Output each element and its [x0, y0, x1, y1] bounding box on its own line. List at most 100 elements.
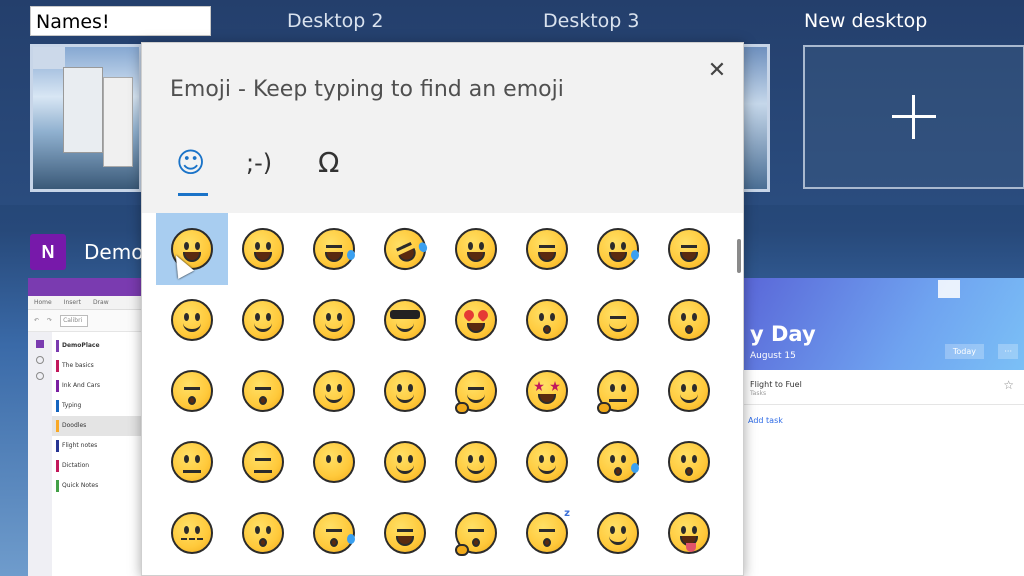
- scrollbar-thumb[interactable]: [737, 239, 741, 273]
- emoji-eye-roll[interactable]: [369, 426, 441, 498]
- blush-icon: [242, 299, 284, 341]
- emoji-kissing-closed[interactable]: [227, 355, 299, 427]
- tongue-icon: [668, 512, 710, 554]
- today-button: Today: [944, 344, 984, 359]
- todo-date: August 15: [750, 351, 796, 361]
- yawning-icon: [455, 512, 497, 556]
- emoji-relaxed[interactable]: [298, 355, 370, 427]
- active-tab-indicator: [178, 193, 208, 196]
- emoji-sleeping[interactable]: z: [511, 497, 583, 569]
- onenote-window-thumbnail[interactable]: Home Insert Draw ↶ ↷ Calibri DemoPlace T…: [28, 278, 144, 576]
- emoji-neutral[interactable]: [156, 426, 228, 498]
- desktop-3-label[interactable]: Desktop 3: [543, 6, 639, 36]
- divider: [744, 404, 1024, 405]
- wink-icon: [171, 299, 213, 341]
- desktop-1-name-input[interactable]: Names!: [30, 6, 211, 36]
- eye-roll-icon: [384, 441, 426, 483]
- sweat-smile-icon: [597, 228, 639, 270]
- desktop-1-thumbnail[interactable]: [30, 44, 142, 192]
- task-subtitle: Tasks: [750, 390, 767, 397]
- todo-header: y Day August 15 Today ···: [744, 278, 1024, 370]
- emoji-sunglasses[interactable]: [369, 284, 441, 356]
- section-item: Typing: [52, 396, 144, 416]
- expressionless-icon: [242, 441, 284, 483]
- grin-teeth-icon: [242, 228, 284, 270]
- kissing-icon: [668, 299, 710, 341]
- tab-symbols[interactable]: Ω: [318, 143, 339, 183]
- emoji-kissing-heart[interactable]: [511, 284, 583, 356]
- emoji-hugging[interactable]: [440, 355, 512, 427]
- emoji-tired[interactable]: [369, 497, 441, 569]
- close-icon: [998, 280, 1020, 298]
- emoji-smiley[interactable]: [440, 213, 512, 285]
- notebook-name: DemoPlace: [52, 336, 144, 356]
- emoji-sleepy[interactable]: [298, 497, 370, 569]
- sleeping-icon: z: [526, 508, 570, 554]
- emoji-joy[interactable]: [298, 213, 370, 285]
- add-task-link: Add task: [748, 416, 783, 425]
- task-title: Flight to Fuel: [750, 380, 802, 389]
- emoji-smiling-hearts[interactable]: [582, 284, 654, 356]
- more-button: ···: [998, 344, 1018, 359]
- emoji-kissing-smiling[interactable]: [156, 355, 228, 427]
- emoji-grin-teeth[interactable]: [227, 213, 299, 285]
- emoji-star-struck[interactable]: [511, 355, 583, 427]
- emoji-grinning[interactable]: [156, 213, 228, 285]
- emoji-rofl[interactable]: [369, 213, 441, 285]
- font-box: Calibri: [60, 314, 89, 327]
- emoji-wink[interactable]: [156, 284, 228, 356]
- zipper-icon: [171, 512, 213, 554]
- tab-emoji[interactable]: ☺: [176, 143, 205, 183]
- app-title: Demo: [84, 240, 144, 264]
- desktop-2-label[interactable]: Desktop 2: [287, 6, 383, 36]
- notebooks-icon: [36, 340, 44, 348]
- emoji-panel: Emoji - Keep typing to find an emoji ✕ ☺…: [141, 42, 744, 576]
- emoji-zipper[interactable]: [156, 497, 228, 569]
- emoji-raised-eyebrow[interactable]: [653, 355, 725, 427]
- onenote-rail: [28, 332, 52, 576]
- sunglasses-icon: [384, 299, 426, 341]
- emoji-open-mouth[interactable]: [227, 497, 299, 569]
- emoji-panel-header: Emoji - Keep typing to find an emoji ✕ ☺…: [142, 43, 743, 213]
- emoji-panel-title: Emoji - Keep typing to find an emoji: [170, 77, 564, 102]
- emoji-expressionless[interactable]: [227, 426, 299, 498]
- star-icon: ☆: [1003, 378, 1014, 392]
- emoji-yawning[interactable]: [440, 497, 512, 569]
- kissing-heart-icon: [526, 299, 568, 341]
- onenote-window-title[interactable]: N Demo: [30, 232, 143, 272]
- emoji-hushed[interactable]: [653, 426, 725, 498]
- emoji-sweat-smile[interactable]: [582, 213, 654, 285]
- emoji-smile[interactable]: [511, 213, 583, 285]
- persevere-icon: [526, 441, 568, 483]
- emoji-thinking[interactable]: [582, 355, 654, 427]
- emoji-smirk[interactable]: [440, 426, 512, 498]
- emoji-slight-smile[interactable]: [369, 355, 441, 427]
- sleepy-icon: [313, 512, 355, 554]
- thumb-window: [103, 77, 133, 167]
- desktop-3-thumbnail[interactable]: [742, 44, 770, 192]
- new-desktop-label[interactable]: New desktop: [804, 6, 927, 36]
- onenote-ribbon: Home Insert Draw: [28, 296, 144, 310]
- tab-kaomoji[interactable]: ;-): [246, 143, 272, 183]
- thinking-icon: [597, 370, 639, 414]
- star-struck-icon: [526, 370, 568, 412]
- onenote-toolbar: ↶ ↷ Calibri: [28, 310, 144, 332]
- emoji-yum[interactable]: [298, 284, 370, 356]
- emoji-laughing[interactable]: [653, 213, 725, 285]
- emoji-no-mouth[interactable]: [298, 426, 370, 498]
- close-button[interactable]: ✕: [703, 57, 731, 85]
- smiling-hearts-icon: [597, 299, 639, 341]
- emoji-disappointed-relieved[interactable]: [582, 426, 654, 498]
- smiley-icon: [455, 228, 497, 270]
- hushed-icon: [668, 441, 710, 483]
- relieved-icon: [597, 512, 639, 554]
- new-desktop-button[interactable]: [803, 45, 1024, 189]
- emoji-blush[interactable]: [227, 284, 299, 356]
- emoji-tongue[interactable]: [653, 497, 725, 569]
- emoji-persevere[interactable]: [511, 426, 583, 498]
- emoji-kissing[interactable]: [653, 284, 725, 356]
- emoji-heart-eyes[interactable]: [440, 284, 512, 356]
- plus-icon: [892, 95, 936, 139]
- emoji-relieved[interactable]: [582, 497, 654, 569]
- todo-window-thumbnail[interactable]: y Day August 15 Today ··· Flight to Fuel…: [744, 278, 1024, 576]
